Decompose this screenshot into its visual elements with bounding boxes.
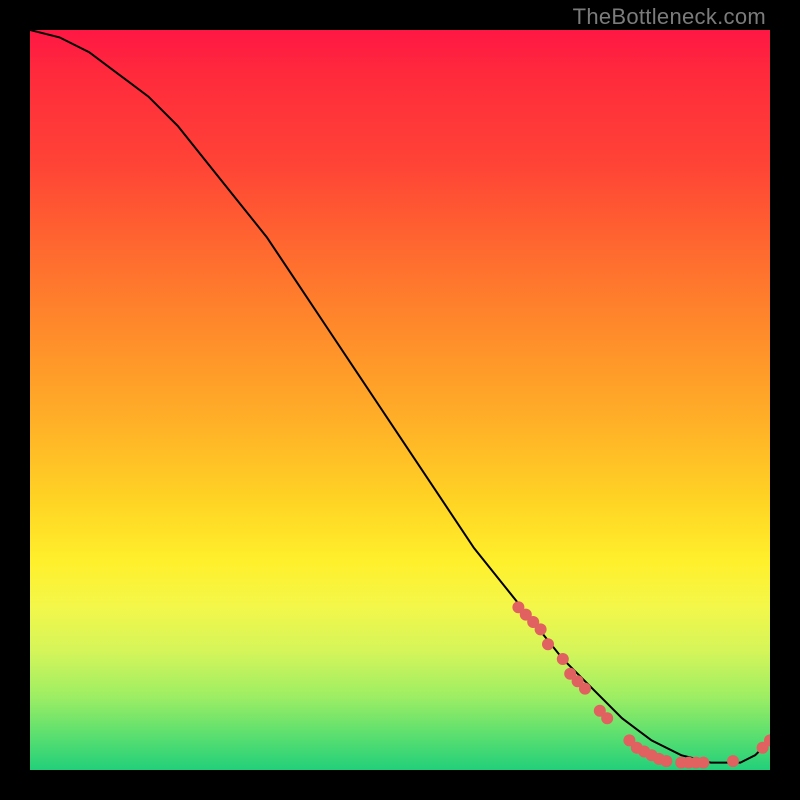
data-point [660, 755, 672, 767]
data-point [727, 755, 739, 767]
line-series [30, 30, 770, 763]
data-point [542, 638, 554, 650]
data-point [697, 757, 709, 769]
chart-svg [30, 30, 770, 770]
data-point [557, 653, 569, 665]
data-point [579, 683, 591, 695]
data-point [601, 712, 613, 724]
watermark-text: TheBottleneck.com [573, 4, 766, 30]
plot-area [30, 30, 770, 770]
chart-frame: TheBottleneck.com [0, 0, 800, 800]
data-markers [512, 601, 770, 768]
data-point [535, 623, 547, 635]
